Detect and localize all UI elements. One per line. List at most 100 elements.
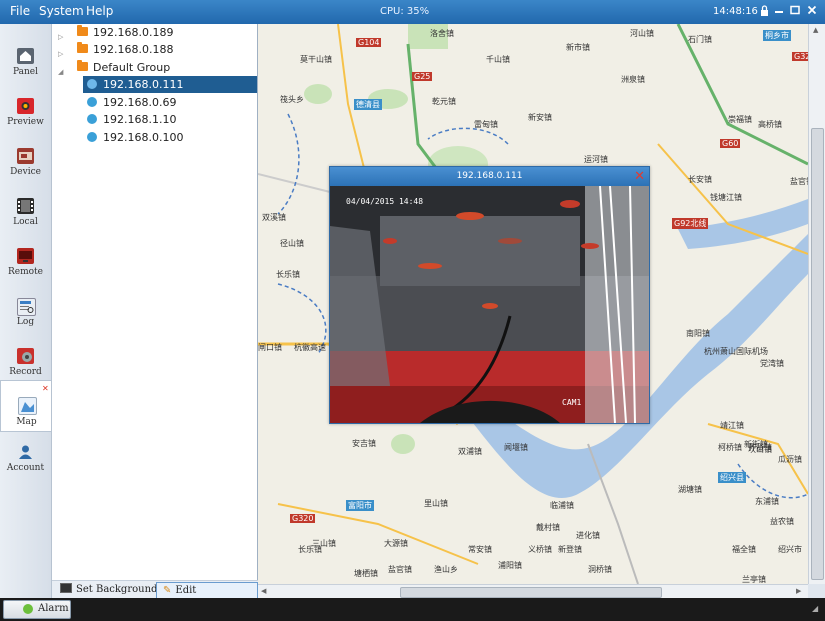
log-icon — [17, 298, 36, 316]
maximize-icon[interactable] — [788, 5, 801, 18]
tree-device-1-10[interactable]: 192.168.1.10 — [83, 111, 257, 128]
map-place-label: G92北线 — [672, 218, 709, 229]
tree-group-188[interactable]: ▷ 192.168.0.188 — [58, 41, 256, 58]
map-place-label: 齐贤镇 — [748, 443, 772, 452]
popup-title: 192.168.0.111 — [456, 171, 523, 181]
scroll-thumb[interactable] — [400, 587, 662, 598]
popup-title-bar[interactable]: 192.168.0.111 ✕ — [330, 167, 649, 186]
video-frame — [330, 186, 649, 423]
map-place-label: G320 — [792, 52, 808, 61]
map-place-label: 筏头乡 — [280, 95, 304, 104]
tree-node-label: 192.168.0.188 — [93, 43, 174, 56]
sidebar-item-map[interactable]: ✕ Map — [0, 380, 51, 432]
resize-grip-icon[interactable]: ◢ — [812, 604, 818, 613]
map-place-label: 党湾镇 — [760, 359, 784, 368]
tree-group-189[interactable]: ▷ 192.168.0.189 — [58, 24, 256, 41]
collapse-arrow-icon[interactable]: ◢ — [58, 64, 63, 81]
map-place-label: 长乐镇 — [298, 545, 322, 554]
map-place-label: 兰亭镇 — [742, 575, 766, 584]
sidebar-item-preview[interactable]: Preview — [0, 98, 51, 146]
set-background-button[interactable]: Set Background — [60, 582, 157, 597]
video-feed[interactable]: 04/04/2015 14:48 CAM1 — [330, 186, 649, 423]
sidebar-item-label: Remote — [8, 267, 43, 277]
map-place-label: 绍兴市 — [778, 545, 802, 554]
menu-file[interactable]: File — [10, 4, 30, 18]
map-place-label: 乾元镇 — [432, 97, 456, 106]
map-place-label: 闻堰镇 — [504, 443, 528, 452]
map-place-label: 新市镇 — [566, 43, 590, 52]
film-icon — [17, 198, 34, 214]
sidebar: Panel Preview Device Local Remote Log Re… — [0, 24, 52, 598]
map-place-label: 大源镇 — [384, 539, 408, 548]
lock-icon[interactable] — [758, 5, 771, 18]
map-place-label: 洛舍镇 — [430, 29, 454, 38]
map-place-label: 东浦镇 — [755, 497, 779, 506]
folder-icon — [77, 42, 88, 53]
map-place-label: 盐官镇 — [790, 177, 808, 186]
map-place-label: 雷甸镇 — [474, 120, 498, 129]
tree-device-69[interactable]: 192.168.0.69 — [83, 94, 257, 111]
map-place-label: 莫干山镇 — [300, 55, 332, 64]
close-icon[interactable]: ✕ — [634, 167, 645, 186]
sidebar-item-label: Record — [9, 367, 42, 377]
sidebar-item-label: Account — [6, 463, 45, 473]
camera-device-icon — [87, 132, 97, 142]
tree-device-111[interactable]: 192.168.0.111 — [83, 76, 257, 93]
scroll-right-icon[interactable]: ▶ — [796, 587, 801, 595]
sidebar-item-label: Panel — [12, 67, 39, 77]
map-place-label: 杭州萧山国际机场 — [704, 347, 768, 356]
sidebar-item-log[interactable]: Log — [0, 298, 51, 346]
device-icon — [17, 148, 34, 164]
alarm-button[interactable]: Alarm — [3, 600, 71, 619]
alarm-label: Alarm — [38, 603, 69, 614]
map-place-label: 德清县 — [354, 99, 382, 110]
map-place-label: 长乐镇 — [276, 270, 300, 279]
alarm-icon — [23, 604, 33, 614]
minimize-icon[interactable] — [772, 5, 785, 18]
map-place-label: G60 — [720, 139, 741, 148]
device-tree: ▷ 192.168.0.189 ▷ 192.168.0.188 ◢ Defaul… — [52, 24, 258, 580]
edit-label: Edit — [175, 585, 197, 596]
menu-help[interactable]: Help — [86, 4, 113, 18]
clock: 14:48:16 — [713, 6, 758, 17]
scroll-left-icon[interactable]: ◀ — [261, 587, 266, 595]
video-osd-date: 04/04/2015 14:48 — [346, 197, 424, 206]
map-horizontal-scrollbar[interactable]: ◀ ▶ — [258, 584, 808, 599]
set-background-label: Set Background — [76, 584, 158, 595]
tree-device-100[interactable]: 192.168.0.100 — [83, 129, 257, 146]
camera-device-icon — [87, 79, 97, 89]
map-place-label: 浦阳镇 — [498, 561, 522, 570]
sidebar-item-remote[interactable]: Remote — [0, 248, 51, 296]
sidebar-item-label: Preview — [7, 117, 44, 127]
map-place-label: 柯桥镇 — [718, 443, 742, 452]
sidebar-item-label: Device — [10, 167, 41, 177]
scroll-up-icon[interactable]: ▲ — [813, 26, 818, 34]
map-place-label: G25 — [412, 72, 433, 81]
sidebar-item-account[interactable]: Account — [0, 444, 51, 492]
camera-device-icon — [87, 97, 97, 107]
map-place-label: 洲泉镇 — [621, 75, 645, 84]
map-place-label: 戴村镇 — [536, 523, 560, 532]
map-icon — [18, 397, 37, 415]
tree-node-label: 192.168.0.189 — [93, 26, 174, 39]
edit-button[interactable]: ✎ Edit — [156, 582, 258, 599]
menu-system[interactable]: System — [39, 4, 84, 18]
video-popup[interactable]: 192.168.0.111 ✕ 04/04/2015 14:48 CAM1 — [329, 166, 650, 424]
status-bar: Alarm ◢ — [0, 598, 825, 621]
map-place-label: 里山镇 — [424, 499, 448, 508]
scroll-thumb[interactable] — [811, 128, 824, 580]
map-place-label: 长安镇 — [688, 175, 712, 184]
close-icon[interactable] — [805, 5, 818, 18]
map-place-label: 石门镇 — [688, 35, 712, 44]
map-place-label: 绍兴县 — [718, 472, 746, 483]
sidebar-item-panel[interactable]: Panel — [0, 48, 51, 96]
map-place-label: 渔山乡 — [434, 565, 458, 574]
map-place-label: 崇福镇 — [728, 115, 752, 124]
video-osd-channel: CAM1 — [562, 398, 582, 407]
sidebar-item-local[interactable]: Local — [0, 198, 51, 246]
map-vertical-scrollbar[interactable]: ▲ — [808, 24, 825, 584]
map-place-label: 湖塘镇 — [678, 485, 702, 494]
tree-group-default[interactable]: ◢ Default Group — [58, 59, 256, 76]
sidebar-item-device[interactable]: Device — [0, 148, 51, 196]
map-place-label: 富阳市 — [346, 500, 374, 511]
